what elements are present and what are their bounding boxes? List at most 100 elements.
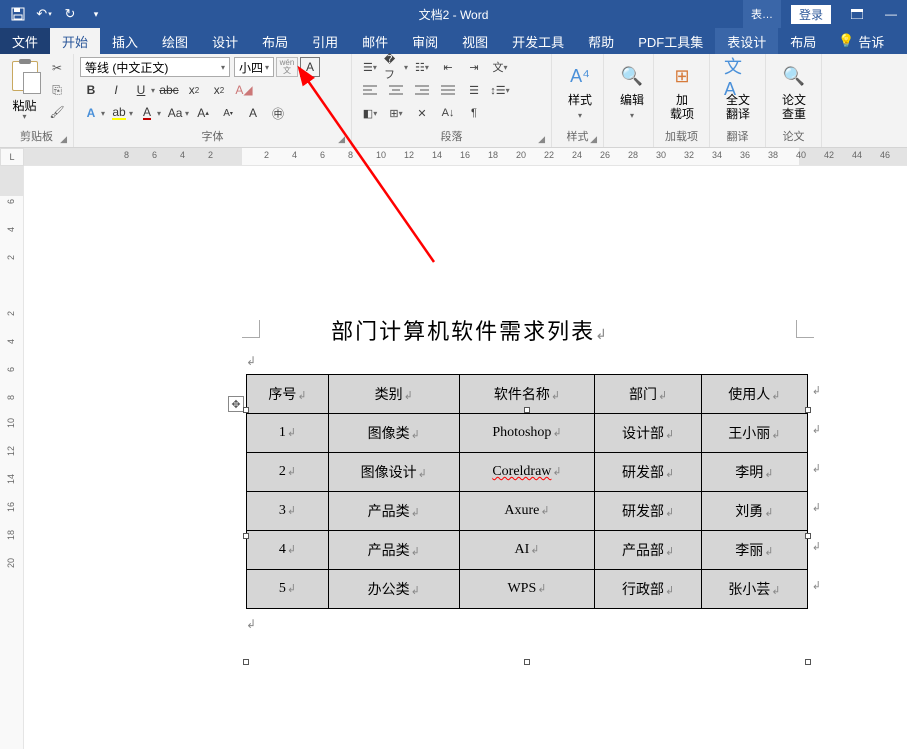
table-cell[interactable]: 产品部↲	[595, 531, 701, 570]
table-cell[interactable]: Coreldraw↲	[459, 453, 595, 492]
text-effects-button[interactable]: A▾	[80, 103, 105, 123]
table-cell[interactable]: 图像设计↲	[328, 453, 459, 492]
italic-button[interactable]: I	[105, 80, 127, 100]
line-spacing-button[interactable]: ↕☰▾	[488, 80, 512, 100]
tell-me[interactable]: 💡 告诉	[828, 28, 884, 54]
table-row[interactable]: 4↲产品类↲AI↲产品部↲李丽↲↲	[247, 531, 808, 570]
translate-button[interactable]: 文A 全文翻译	[716, 57, 760, 121]
multilevel-button[interactable]: ☷▾	[410, 57, 434, 77]
table-cell[interactable]: 使用人↲↲	[701, 375, 807, 414]
vertical-ruler[interactable]: 6422468101214161820	[0, 166, 24, 749]
table-cell[interactable]: 刘勇↲↲	[701, 492, 807, 531]
table-cell[interactable]: 1↲	[247, 414, 329, 453]
login-button[interactable]: 登录	[791, 5, 831, 24]
selection-handle[interactable]	[243, 659, 249, 665]
table-row[interactable]: 3↲产品类↲Axure↲研发部↲刘勇↲↲	[247, 492, 808, 531]
strikethrough-button[interactable]: abc	[158, 80, 180, 100]
tab-layout[interactable]: 布局	[250, 28, 300, 54]
bullets-button[interactable]: ☰▾	[358, 57, 382, 77]
font-name-combo[interactable]: 等线 (中文正文)▾	[80, 57, 230, 77]
bold-button[interactable]: B	[80, 80, 102, 100]
align-right-button[interactable]	[410, 80, 434, 100]
table-row[interactable]: 2↲图像设计↲Coreldraw↲研发部↲李明↲↲	[247, 453, 808, 492]
justify-button[interactable]	[436, 80, 460, 100]
table-cell[interactable]: WPS↲	[459, 570, 595, 609]
editing-button[interactable]: 🔍 编辑▾	[610, 57, 654, 123]
table-cell[interactable]: 产品类↲	[328, 531, 459, 570]
paragraph-launcher-icon[interactable]: ◢	[538, 134, 545, 145]
shading-button[interactable]: ◧▾	[358, 103, 382, 123]
shrink-font-button[interactable]: A▾	[217, 103, 239, 123]
table-cell[interactable]: 办公类↲	[328, 570, 459, 609]
change-case-button[interactable]: Aa▾	[164, 103, 189, 123]
table-cell[interactable]: 产品类↲	[328, 492, 459, 531]
table-cell[interactable]: 图像类↲	[328, 414, 459, 453]
undo-icon[interactable]: ↶▾	[32, 2, 56, 26]
selection-handle[interactable]	[524, 407, 530, 413]
cut-icon[interactable]: ✂	[47, 59, 67, 77]
selection-handle[interactable]	[243, 407, 249, 413]
table-cell[interactable]: 类别↲	[328, 375, 459, 414]
phonetic-guide-button[interactable]: wén文	[276, 57, 298, 77]
numbering-button[interactable]: �フ▾	[384, 57, 408, 77]
tab-references[interactable]: 引用	[300, 28, 350, 54]
redo-icon[interactable]: ↻	[58, 2, 82, 26]
table-cell[interactable]: 行政部↲	[595, 570, 701, 609]
table-cell[interactable]: 设计部↲	[595, 414, 701, 453]
asian-layout-button[interactable]: 文▾	[488, 57, 512, 77]
table-cell[interactable]: 李明↲↲	[701, 453, 807, 492]
table-cell[interactable]: 张小芸↲↲	[701, 570, 807, 609]
table-cell[interactable]: 2↲	[247, 453, 329, 492]
tab-draw[interactable]: 绘图	[150, 28, 200, 54]
table-cell[interactable]: Axure↲	[459, 492, 595, 531]
table-row[interactable]: 5↲办公类↲WPS↲行政部↲张小芸↲↲	[247, 570, 808, 609]
table-cell[interactable]: 5↲	[247, 570, 329, 609]
tab-developer[interactable]: 开发工具	[500, 28, 576, 54]
addins-button[interactable]: ⊞ 加载项	[660, 57, 704, 121]
char-shading-button[interactable]: A	[242, 103, 264, 123]
table-cell[interactable]: 李丽↲↲	[701, 531, 807, 570]
document-canvas[interactable]: 部门计算机软件需求列表↲ ↲ ✥ 序号↲类别↲软件名称↲部门↲使用人↲↲1↲图像…	[24, 166, 907, 749]
format-painter-icon[interactable]: 🖌	[47, 103, 67, 121]
tab-insert[interactable]: 插入	[100, 28, 150, 54]
align-center-button[interactable]	[384, 80, 408, 100]
sort-button[interactable]: A↓	[436, 103, 460, 123]
selection-handle[interactable]	[805, 407, 811, 413]
selection-handle[interactable]	[243, 533, 249, 539]
increase-indent-button[interactable]: ⇥	[462, 57, 486, 77]
table-cell[interactable]: 部门↲	[595, 375, 701, 414]
font-color-button[interactable]: A▾	[136, 103, 161, 123]
paper-check-button[interactable]: 🔍 论文查重	[772, 57, 816, 121]
table-cell[interactable]: 3↲	[247, 492, 329, 531]
tab-design[interactable]: 设计	[200, 28, 250, 54]
decrease-indent-button[interactable]: ⇤	[436, 57, 460, 77]
snap-to-grid-button[interactable]: ✕	[410, 103, 434, 123]
styles-button[interactable]: A⁴ 样式▾	[558, 57, 602, 123]
distribute-button[interactable]: ☰	[462, 80, 486, 100]
enclose-char-button[interactable]: ㊥	[267, 103, 289, 123]
styles-launcher-icon[interactable]: ◢	[590, 134, 597, 145]
tab-mailings[interactable]: 邮件	[350, 28, 400, 54]
tab-pdftools[interactable]: PDF工具集	[626, 28, 715, 54]
horizontal-ruler[interactable]: 8642246810121416182022242628303234363840…	[24, 148, 907, 166]
align-left-button[interactable]	[358, 80, 382, 100]
highlight-button[interactable]: ab▾	[108, 103, 133, 123]
selection-handle[interactable]	[805, 533, 811, 539]
table-cell[interactable]: 研发部↲	[595, 492, 701, 531]
borders-button[interactable]: ⊞▾	[384, 103, 408, 123]
tab-view[interactable]: 视图	[450, 28, 500, 54]
table-cell[interactable]: 4↲	[247, 531, 329, 570]
tab-table-design[interactable]: 表设计	[715, 28, 778, 54]
ribbon-display-icon[interactable]	[841, 0, 873, 28]
table-move-handle-icon[interactable]: ✥	[228, 396, 244, 412]
tab-table-layout[interactable]: 布局	[778, 28, 828, 54]
minimize-icon[interactable]: —	[875, 0, 907, 28]
qat-customize-icon[interactable]: ▾	[84, 2, 108, 26]
superscript-button[interactable]: x2	[208, 80, 230, 100]
table-row[interactable]: 1↲图像类↲Photoshop↲设计部↲王小丽↲↲	[247, 414, 808, 453]
table-cell[interactable]: 王小丽↲↲	[701, 414, 807, 453]
selection-handle[interactable]	[805, 659, 811, 665]
table-cell[interactable]: 研发部↲	[595, 453, 701, 492]
tab-review[interactable]: 审阅	[400, 28, 450, 54]
copy-icon[interactable]: ⎘	[47, 81, 67, 99]
